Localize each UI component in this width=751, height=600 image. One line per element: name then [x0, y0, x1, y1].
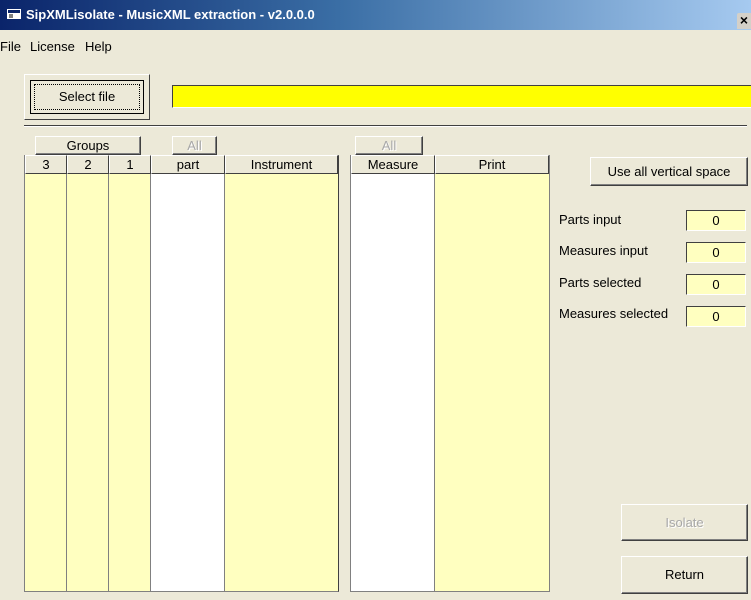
measure-column[interactable] [351, 174, 435, 591]
window-title: SipXMLisolate - MusicXML extraction - v2… [26, 7, 315, 22]
focus-rect [34, 84, 140, 110]
measures-input-label: Measures input [559, 243, 648, 258]
measures-all-button[interactable]: All [355, 136, 423, 155]
close-icon[interactable]: × [737, 13, 751, 29]
print-column[interactable] [435, 174, 549, 591]
select-file-button[interactable]: Select file [24, 74, 150, 120]
col-header-measure[interactable]: Measure [351, 155, 435, 174]
measures-selected-value: 0 [686, 306, 746, 327]
title-bar: SipXMLisolate - MusicXML extraction - v2… [0, 0, 751, 30]
divider [24, 125, 747, 127]
measures-input-value: 0 [686, 242, 746, 263]
group-1-column[interactable] [109, 174, 151, 591]
menu-help[interactable]: Help [85, 39, 112, 54]
measures-selected-label: Measures selected [559, 306, 669, 321]
col-header-group-3[interactable]: 3 [25, 155, 67, 174]
menu-license[interactable]: License [30, 39, 75, 54]
menu-file[interactable]: File [0, 39, 21, 54]
group-3-column[interactable] [25, 174, 67, 591]
parts-all-button[interactable]: All [172, 136, 217, 155]
parts-selected-value: 0 [686, 274, 746, 295]
col-header-print[interactable]: Print [435, 155, 549, 174]
file-path-field [172, 85, 751, 108]
col-header-group-2[interactable]: 2 [67, 155, 109, 174]
return-button[interactable]: Return [621, 556, 748, 594]
col-header-group-1[interactable]: 1 [109, 155, 151, 174]
app-icon [7, 9, 21, 19]
col-header-instrument[interactable]: Instrument [225, 155, 338, 174]
isolate-button[interactable]: Isolate [621, 504, 748, 541]
use-all-vertical-space-button[interactable]: Use all vertical space [590, 157, 748, 186]
parts-selected-label: Parts selected [559, 275, 642, 290]
instrument-column[interactable] [225, 174, 338, 591]
col-header-part[interactable]: part [151, 155, 225, 174]
parts-input-value: 0 [686, 210, 746, 231]
group-2-column[interactable] [67, 174, 109, 591]
parts-input-label: Parts input [559, 212, 622, 227]
groups-button[interactable]: Groups [35, 136, 141, 155]
part-column[interactable] [151, 174, 225, 591]
